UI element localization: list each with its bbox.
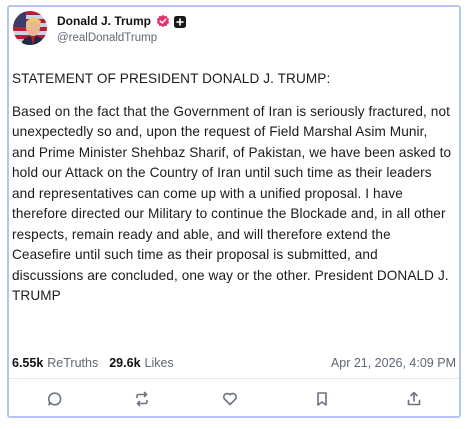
post-header: Donald J. Trump @realDonaldTrump [13,11,453,51]
retruth-icon [136,391,148,407]
post-timestamp[interactable]: Apr 21, 2026, 4:09 PM [331,356,456,370]
share-button[interactable] [404,389,424,409]
retruths-label: ReTruths [47,356,99,370]
reply-icon [47,392,62,406]
post-content: STATEMENT OF PRESIDENT DONALD J. TRUMP: … [12,69,452,307]
post-stats: 6.55k ReTruths 29.6k Likes Apr 21, 2026,… [12,354,458,372]
share-icon [407,391,421,406]
author-name[interactable]: Donald J. Trump [57,14,151,28]
reply-button[interactable] [45,389,65,409]
verified-icon [156,14,170,28]
like-button[interactable] [220,389,240,409]
retruths-stat[interactable]: 6.55k ReTruths [12,356,98,370]
action-bar [9,378,459,415]
avatar[interactable] [13,11,47,45]
avatar-image [13,11,47,45]
plus-badge-icon [174,15,187,28]
bookmark-icon [317,392,327,406]
statement-body: Based on the fact that the Government of… [12,103,452,304]
likes-label: Likes [144,356,174,370]
retruth-button[interactable] [132,389,152,409]
author-handle[interactable]: @realDonaldTrump [57,32,157,44]
statement-title: STATEMENT OF PRESIDENT DONALD J. TRUMP: [12,71,331,86]
post-card: Donald J. Trump @realDonaldTrump STATEME… [7,5,461,418]
likes-count: 29.6k [109,356,141,370]
likes-stat[interactable]: 29.6k Likes [109,356,173,370]
like-icon [223,392,237,406]
bookmark-button[interactable] [312,389,332,409]
retruths-count: 6.55k [12,356,44,370]
